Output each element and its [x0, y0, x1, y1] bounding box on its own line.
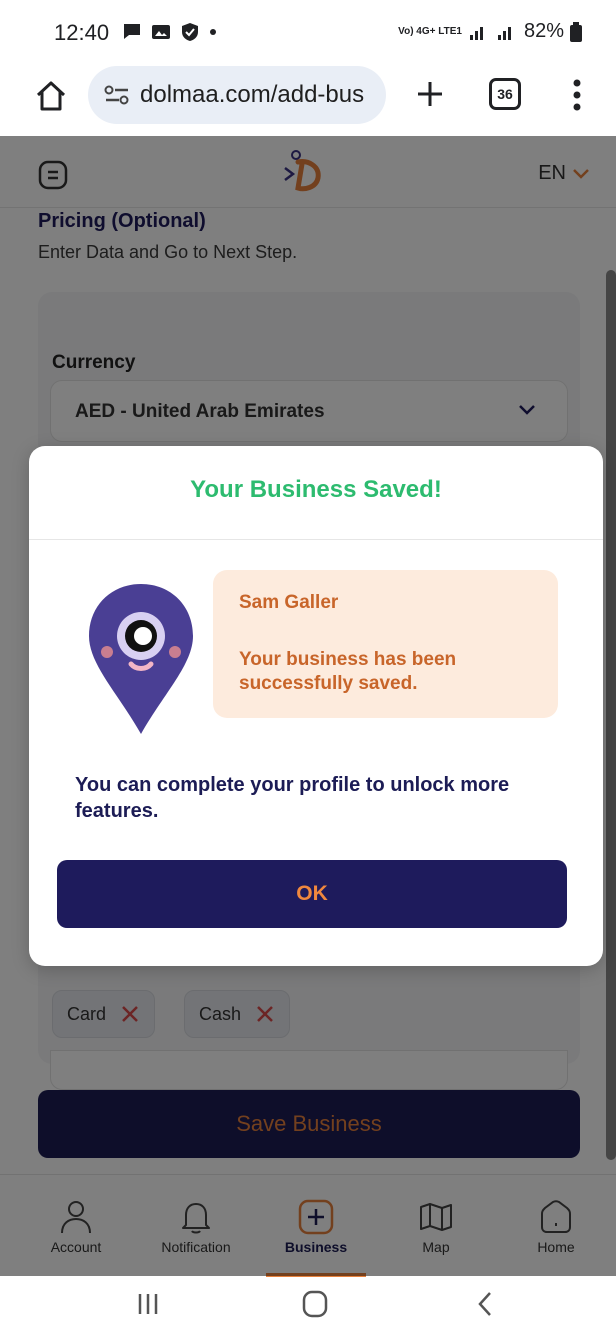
back-icon[interactable]: [476, 1290, 494, 1318]
nav-item-account[interactable]: Account: [21, 1175, 131, 1277]
message-icon: [124, 24, 140, 39]
nav-item-business[interactable]: Business: [261, 1175, 371, 1277]
nav-label: Notification: [161, 1239, 231, 1255]
success-dialog: Your Business Saved! Sam Galler Your bus…: [29, 446, 603, 966]
battery-icon: [570, 21, 582, 42]
ok-button[interactable]: OK: [57, 860, 567, 928]
tab-switcher-button[interactable]: 36: [489, 78, 521, 110]
divider: [29, 539, 603, 540]
map-icon: [420, 1203, 452, 1231]
dot-icon: [210, 29, 216, 35]
home-icon: [541, 1200, 571, 1233]
gallery-icon: [152, 25, 170, 39]
dialog-title: Your Business Saved!: [190, 476, 442, 503]
user-name: Sam Galler: [239, 592, 339, 613]
home-icon[interactable]: [34, 80, 68, 112]
battery-level: 82%: [523, 20, 564, 42]
url-text: dolmaa.com/add-bus: [140, 81, 365, 108]
message-bubble: Sam Galler Your business has been succes…: [213, 570, 558, 718]
shield-icon: [182, 23, 198, 41]
active-tab-indicator: [266, 1273, 366, 1277]
nav-label: Account: [50, 1239, 102, 1255]
success-message: Your business has been successfully save…: [239, 649, 457, 694]
nav-label: Home: [537, 1239, 575, 1255]
status-time: 12:40: [54, 20, 110, 45]
nav-item-map[interactable]: Map: [381, 1175, 491, 1277]
mascot-pin-icon: [89, 584, 193, 734]
profile-hint: You can complete your profile to unlock …: [75, 774, 510, 822]
network-label: Vo) 4G+ LTE1: [398, 25, 462, 37]
plus-square-icon: [298, 1199, 334, 1235]
bell-icon: [182, 1203, 210, 1234]
nav-item-home[interactable]: Home: [501, 1175, 611, 1277]
nav-label: Map: [422, 1239, 450, 1255]
system-status: Vo) 4G+ LTE1 82%: [398, 20, 582, 43]
recent-apps-icon[interactable]: [136, 1292, 160, 1316]
nav-label: Business: [284, 1239, 348, 1255]
address-bar[interactable]: dolmaa.com/add-bus: [88, 66, 386, 124]
browser-toolbar: dolmaa.com/add-bus 36: [0, 60, 616, 136]
bottom-nav: Account Notification Business Map Home: [0, 1174, 616, 1277]
signal-icon: [469, 26, 483, 40]
person-icon: [61, 1201, 91, 1234]
site-settings-icon[interactable]: [104, 84, 130, 106]
home-button-icon[interactable]: [302, 1290, 328, 1318]
new-tab-icon[interactable]: [416, 80, 444, 108]
nav-item-notification[interactable]: Notification: [141, 1175, 251, 1277]
status-bar: 12:40 Vo) 4G+ LTE1 82%: [0, 0, 616, 60]
system-navigation-bar: [0, 1276, 616, 1323]
signal-icon-2: [497, 26, 511, 40]
more-options-icon[interactable]: [572, 78, 582, 112]
notification-icons: [122, 22, 217, 42]
